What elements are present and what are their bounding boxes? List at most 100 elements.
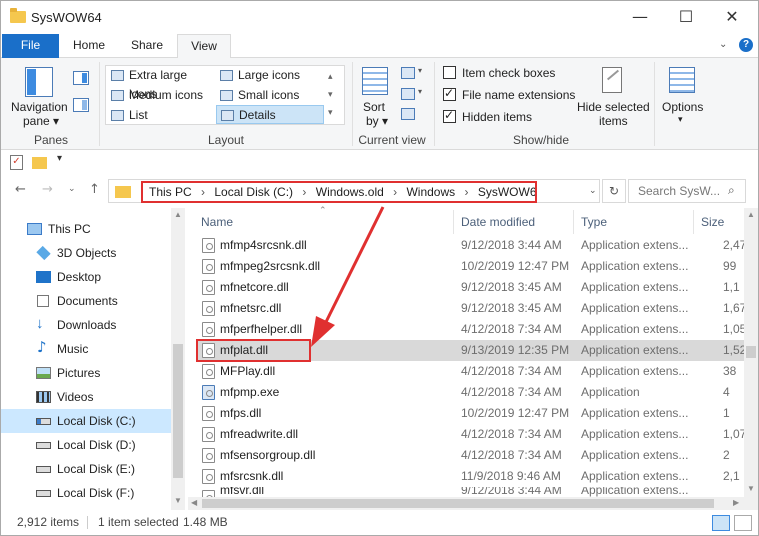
scroll-down-icon[interactable]: ▼ [747,484,755,493]
tab-file[interactable]: File [2,34,59,58]
hide-selected-items-button[interactable]: Hide selected items [576,64,650,128]
file-list-hscrollbar[interactable]: ◀ ▶ [188,497,744,510]
help-icon[interactable]: ? [739,38,753,52]
group-by-dropdown-icon[interactable]: ▾ [418,66,422,75]
file-row[interactable]: mfpmp.exe 4/12/2018 7:34 AM Application 4 [198,382,746,403]
size-columns-icon[interactable] [401,108,415,120]
nav-item-local-disk-e[interactable]: Local Disk (E:) [1,457,171,481]
back-arrow-icon[interactable]: ← [15,182,26,197]
maximize-button[interactable]: ☐ [663,1,709,33]
customize-toolbar-icon[interactable]: ▾ [57,153,62,164]
breadcrumb-local-disk[interactable]: Local Disk (C:) [214,183,293,201]
column-header-type[interactable]: Type [581,208,607,236]
column-header-name[interactable]: Name [201,208,233,236]
column-header-date[interactable]: Date modified [461,208,535,236]
nav-item-local-disk-c[interactable]: Local Disk (C:) [1,409,171,433]
details-pane-icon[interactable] [73,98,89,112]
file-name: mfsvr.dll [220,487,265,497]
quick-access-toolbar: ✓ ▾ [1,151,758,175]
layout-scroll-arrows[interactable]: ▴ ▾ ▾ [328,68,333,122]
details-view-icon[interactable] [712,515,730,531]
properties-icon[interactable]: ✓ [10,155,23,170]
file-icon [202,364,215,379]
file-row[interactable]: mfnetsrc.dll 9/12/2018 3:45 AM Application… [198,298,746,319]
layout-medium-icons[interactable]: Medium icons [107,86,215,105]
nav-item-3d-objects[interactable]: 3D Objects [1,241,171,265]
up-arrow-icon[interactable]: ↑ [89,182,100,197]
file-name-extensions-checkbox[interactable] [443,86,456,101]
nav-scrollbar-thumb[interactable] [173,344,183,478]
sort-label-2: by ▾ [366,114,389,128]
scroll-up-icon[interactable]: ▲ [747,210,755,219]
layout-list[interactable]: List [107,106,215,125]
file-size: 38 [723,364,737,378]
nav-item-pictures[interactable]: Pictures [1,361,171,385]
drive-icon [36,418,51,425]
add-columns-dropdown-icon[interactable]: ▾ [418,87,422,96]
file-row-partial[interactable]: mfsvr.dll 9/12/2018 3:44 AM Application ex… [198,487,746,497]
large-icons-view-icon[interactable] [734,515,752,531]
title-bar: SysWOW64 — ☐ ✕ [1,1,758,35]
item-check-boxes-label: Item check boxes [462,66,556,80]
nav-item-local-disk-d[interactable]: Local Disk (D:) [1,433,171,457]
file-name: mfnetsrc.dll [220,301,282,315]
item-check-boxes-checkbox[interactable] [443,66,456,79]
file-type: Application extens... [581,448,689,462]
nav-item-this-pc[interactable]: This PC [1,217,171,241]
scroll-down-icon[interactable]: ▼ [174,496,182,505]
sort-by-button[interactable]: Sort by ▾ [358,64,394,130]
file-row[interactable]: mfmpeg2srcsnk.dll 10/2/2019 12:47 PM Appli… [198,256,746,277]
file-row[interactable]: mfreadwrite.dll 4/12/2018 7:34 AM Applicat… [198,424,746,445]
file-row[interactable]: mfperfhelper.dll 4/12/2018 7:34 AM Applica… [198,319,746,340]
layout-details[interactable]: Details [216,105,324,124]
nav-item-documents[interactable]: Documents [1,289,171,313]
refresh-icon[interactable]: ↻ [602,179,626,203]
options-button[interactable]: Options ▾ [659,64,709,128]
hide-selected-label-2: items [599,114,628,128]
navigation-pane-button[interactable]: Navigation pane ▾ [9,64,68,128]
breadcrumb-syswow64[interactable]: SysWOW64 [478,183,535,201]
file-row[interactable]: mfnetcore.dll 9/12/2018 3:45 AM Applicatio… [198,277,746,298]
layout-extra-large-icons[interactable]: Extra large icons [107,66,215,101]
preview-pane-icon[interactable] [73,71,89,85]
column-header-size[interactable]: Size [701,208,724,236]
new-folder-icon[interactable] [32,157,47,169]
scroll-up-icon[interactable]: ▲ [174,210,182,219]
breadcrumb-this-pc[interactable]: This PC [149,183,192,201]
close-button[interactable]: ✕ [709,1,755,33]
nav-scrollbar[interactable]: ▲ ▼ [171,208,185,510]
tab-view[interactable]: View [177,34,231,59]
address-dropdown-icon[interactable]: ⌄ [589,185,597,196]
vscrollbar-thumb[interactable] [746,346,756,358]
file-name-extensions-label: File name extensions [462,88,576,102]
breadcrumb-windows-old[interactable]: Windows.old [316,183,384,201]
add-columns-icon[interactable] [401,88,415,100]
file-row[interactable]: MFPlay.dll 4/12/2018 7:34 AM Application e… [198,361,746,382]
recent-locations-icon[interactable]: ⌄ [68,184,76,194]
scroll-right-icon[interactable]: ▶ [733,498,739,507]
chevron-down-icon[interactable]: ⌄ [719,39,727,50]
file-row[interactable]: mfsrcsnk.dll 11/9/2018 9:46 AM Application… [198,466,746,487]
file-type: Application extens... [581,280,689,294]
layout-large-icons[interactable]: Large icons [216,66,324,85]
tab-home[interactable]: Home [67,34,111,58]
forward-arrow-icon[interactable]: → [42,182,53,197]
scroll-left-icon[interactable]: ◀ [191,498,197,507]
hidden-items-checkbox[interactable] [443,108,456,123]
nav-item-local-disk-f[interactable]: Local Disk (F:) [1,481,171,505]
minimize-button[interactable]: — [617,1,663,33]
list-icon [111,110,124,121]
hscrollbar-thumb[interactable] [202,499,714,508]
file-row[interactable]: mfsensorgroup.dll 4/12/2018 7:34 AM Applic… [198,445,746,466]
file-row[interactable]: mfps.dll 10/2/2019 12:47 PM Application ex… [198,403,746,424]
nav-item-videos[interactable]: Videos [1,385,171,409]
breadcrumb-windows[interactable]: Windows [406,183,455,201]
nav-item-desktop[interactable]: Desktop [1,265,171,289]
layout-small-icons[interactable]: Small icons [216,86,324,105]
tab-share[interactable]: Share [125,34,169,58]
file-list-vscrollbar[interactable]: ▲ ▼ [744,208,758,510]
group-by-icon[interactable] [401,67,415,79]
nav-item-downloads[interactable]: ↓ Downloads [1,313,171,337]
file-row[interactable]: mfmp4srcsnk.dll 9/12/2018 3:44 AM Applicat… [198,235,746,256]
nav-item-music[interactable]: ♪ Music [1,337,171,361]
